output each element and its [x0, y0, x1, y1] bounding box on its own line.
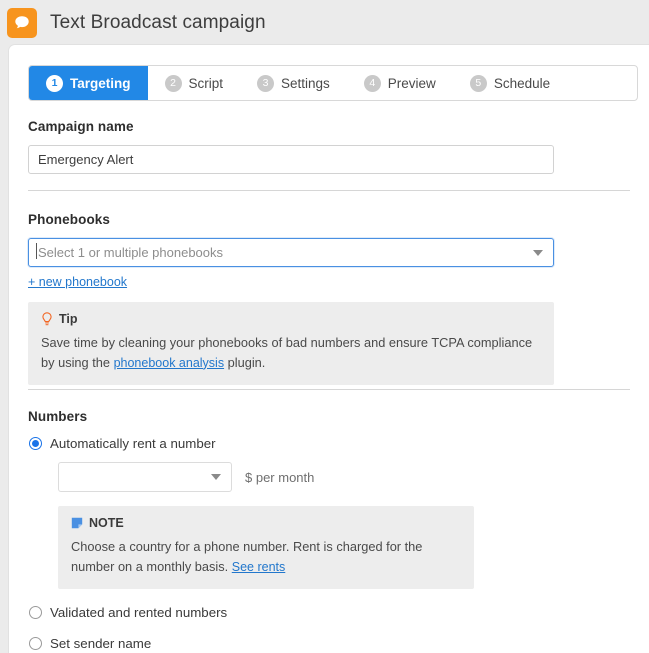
page-title: Text Broadcast campaign	[50, 11, 266, 33]
radio-validated-rented-label: Validated and rented numbers	[50, 605, 228, 621]
section-divider	[28, 190, 630, 191]
country-select-row: $ per month	[58, 462, 649, 492]
chevron-down-icon	[211, 474, 221, 480]
radio-auto-rent-label: Automatically rent a number	[50, 436, 216, 451]
new-phonebook-link[interactable]: + new phonebook	[28, 275, 127, 289]
phonebook-analysis-link[interactable]: phonebook analysis	[114, 356, 225, 370]
note-icon	[71, 517, 83, 529]
radio-indicator	[29, 437, 42, 450]
note-title: NOTE	[89, 516, 124, 530]
campaign-name-section: Campaign name	[9, 119, 649, 174]
campaign-form-card: 1 Targeting 2 Script 3 Settings 4 Previe…	[9, 45, 649, 653]
note-title-row: NOTE	[71, 516, 461, 530]
phonebooks-placeholder: Select 1 or multiple phonebooks	[35, 243, 224, 260]
tab-targeting[interactable]: 1 Targeting	[29, 66, 148, 100]
radio-auto-rent[interactable]: Automatically rent a number	[29, 436, 649, 451]
tab-number: 5	[469, 74, 487, 92]
tab-script[interactable]: 2 Script	[148, 66, 241, 100]
tab-label: Targeting	[70, 75, 131, 91]
radio-validated-rented[interactable]: Validated and rented numbers	[29, 605, 649, 620]
radio-indicator	[29, 637, 42, 651]
per-month-label: $ per month	[245, 469, 315, 485]
see-rents-link[interactable]: See rents	[232, 560, 286, 574]
tab-number: 3	[257, 74, 275, 92]
radio-indicator	[29, 606, 42, 620]
numbers-label: Numbers	[28, 409, 88, 424]
lightbulb-icon	[41, 312, 53, 326]
tip-body: Save time by cleaning your phonebooks of…	[41, 333, 541, 373]
note-callout: NOTE Choose a country for a phone number…	[58, 506, 474, 590]
country-select[interactable]	[58, 462, 232, 492]
phonebooks-select[interactable]: Select 1 or multiple phonebooks	[28, 238, 554, 267]
page-header: Text Broadcast campaign	[0, 0, 649, 45]
tab-number: 1	[46, 74, 63, 92]
tab-label: Settings	[281, 75, 330, 91]
campaign-name-input[interactable]	[28, 145, 554, 174]
phonebooks-label: Phonebooks	[28, 212, 111, 227]
tab-preview[interactable]: 4 Preview	[347, 66, 453, 100]
section-divider	[28, 389, 630, 390]
tab-schedule[interactable]: 5 Schedule	[453, 66, 567, 100]
wizard-tabs: 1 Targeting 2 Script 3 Settings 4 Previe…	[28, 65, 638, 101]
numbers-section: Numbers Automatically rent a number $ pe…	[9, 409, 649, 651]
chevron-down-icon	[533, 249, 543, 256]
tab-settings[interactable]: 3 Settings	[240, 66, 347, 100]
chat-bubble-icon	[7, 7, 37, 38]
radio-sender-name[interactable]: Set sender name	[29, 636, 649, 651]
tab-label: Schedule	[493, 75, 551, 91]
campaign-name-label: Campaign name	[28, 119, 134, 134]
tab-label: Preview	[387, 75, 436, 91]
phonebooks-section: Phonebooks Select 1 or multiple phoneboo…	[9, 212, 649, 386]
tab-number: 4	[363, 74, 381, 92]
tip-callout: Tip Save time by cleaning your phonebook…	[28, 302, 554, 386]
tip-title: Tip	[59, 312, 78, 326]
tip-title-row: Tip	[41, 312, 541, 326]
radio-sender-name-label: Set sender name	[50, 636, 152, 652]
note-body: Choose a country for a phone number. Ren…	[71, 537, 461, 577]
tab-label: Script	[188, 75, 224, 91]
tab-number: 2	[164, 74, 182, 92]
tip-text-after: plugin.	[224, 354, 266, 370]
